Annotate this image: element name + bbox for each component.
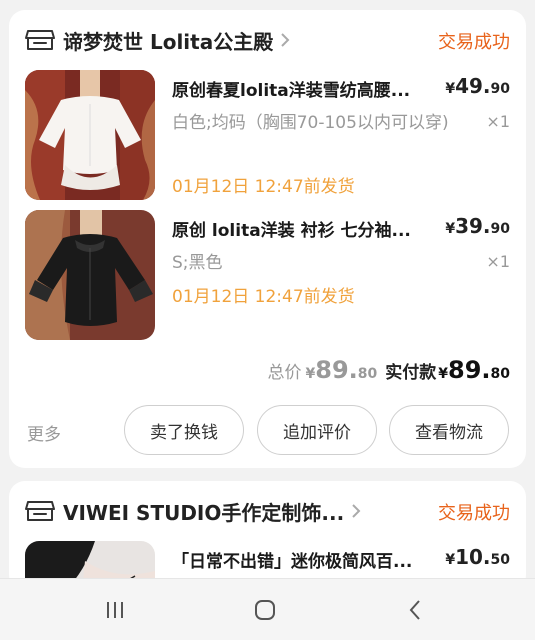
chevron-right-icon [352, 504, 361, 518]
ship-deadline: 01月12日 12:47前发货 [172, 287, 355, 307]
price-int: 10. [455, 545, 491, 569]
order-card[interactable]: VIWEI STUDIO手作定制饰... 交易成功 「日常不出错」迷你极简风百.… [9, 481, 526, 591]
price-dec: 90 [490, 81, 510, 97]
order-status: 交易成功 [438, 503, 510, 524]
order-totals: 总价 ¥89. 80 实付款 ¥89. 80 [268, 356, 511, 384]
more-link[interactable]: 更多 [27, 420, 61, 445]
price-symbol: ¥ [445, 552, 456, 568]
product-title[interactable]: 原创春夏lolita洋装雪纺高腰... [172, 76, 442, 101]
price-dec: 50 [490, 552, 510, 568]
paid-symbol: ¥ [438, 366, 448, 382]
order-item[interactable]: 原创 lolita洋装 衬衫 七分袖... ¥39.90 S;黑色 ×1 01月… [25, 210, 510, 340]
recent-apps-icon[interactable] [95, 595, 135, 625]
back-icon[interactable] [395, 595, 435, 625]
product-title[interactable]: 原创 lolita洋装 衬衫 七分袖... [172, 216, 442, 241]
total-int: 89. [315, 356, 358, 384]
system-nav-bar [0, 578, 535, 640]
price-symbol: ¥ [445, 81, 456, 97]
total-symbol: ¥ [305, 366, 316, 382]
total-dec: 80 [357, 366, 378, 382]
shop-header[interactable]: 谛梦焚世 Lolita公主殿 交易成功 [25, 24, 510, 56]
order-item[interactable]: 原创春夏lolita洋装雪纺高腰... ¥49.90 白色;均码（胸围70-10… [25, 70, 510, 200]
add-review-button[interactable]: 追加评价 [257, 405, 377, 455]
shop-header[interactable]: VIWEI STUDIO手作定制饰... 交易成功 [25, 495, 510, 527]
product-price: ¥39.90 [445, 214, 510, 238]
total-label: 总价 [267, 363, 302, 383]
shop-name[interactable]: 谛梦焚世 Lolita公主殿 [63, 26, 273, 55]
price-dec: 90 [490, 221, 510, 237]
product-price: ¥49.90 [445, 74, 510, 98]
price-symbol: ¥ [445, 221, 456, 237]
resell-button[interactable]: 卖了换钱 [124, 405, 244, 455]
shop-icon [25, 501, 55, 521]
product-thumbnail[interactable] [25, 70, 155, 200]
paid-label: 实付款 [385, 363, 437, 383]
product-title[interactable]: 「日常不出错」迷你极简风百... [172, 547, 442, 572]
home-icon[interactable] [245, 595, 285, 625]
product-qty: ×1 [486, 112, 510, 131]
view-logistics-button[interactable]: 查看物流 [389, 405, 509, 455]
product-spec: 白色;均码（胸围70-105以内可以穿) [172, 113, 449, 133]
price-int: 39. [455, 214, 491, 238]
product-price: ¥10.50 [445, 545, 510, 569]
paid-int: 89. [448, 356, 491, 384]
shop-icon [25, 30, 55, 50]
product-thumbnail[interactable] [25, 210, 155, 340]
price-int: 49. [455, 74, 491, 98]
order-status: 交易成功 [438, 32, 510, 53]
ship-deadline: 01月12日 12:47前发货 [172, 177, 355, 197]
product-qty: ×1 [486, 252, 510, 271]
paid-dec: 80 [490, 366, 510, 382]
shop-name[interactable]: VIWEI STUDIO手作定制饰... [63, 497, 344, 526]
order-card[interactable]: 谛梦焚世 Lolita公主殿 交易成功 原创春夏lolita洋装雪纺高腰... … [9, 10, 526, 468]
chevron-right-icon [281, 33, 290, 47]
product-spec: S;黑色 [172, 253, 223, 273]
